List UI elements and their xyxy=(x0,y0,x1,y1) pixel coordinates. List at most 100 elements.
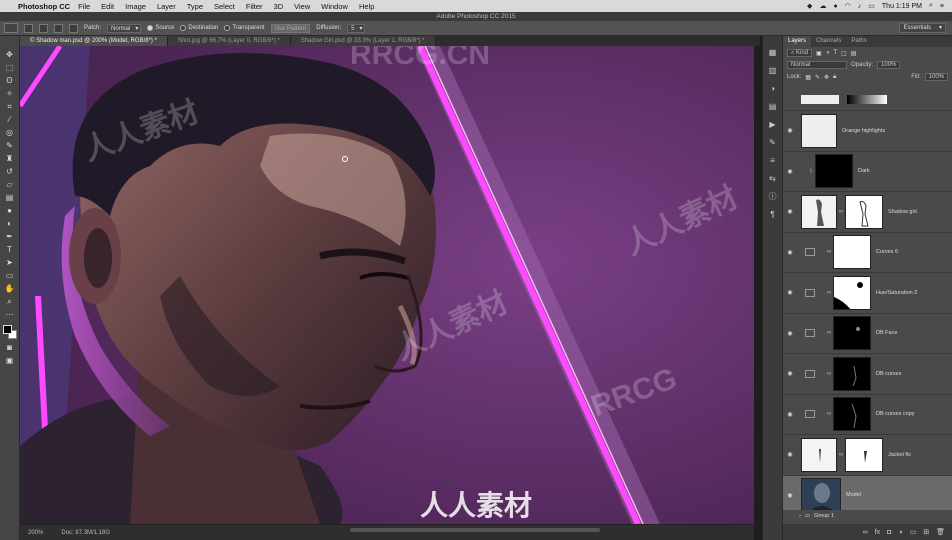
tool-preset-picker[interactable] xyxy=(4,23,18,33)
info-icon[interactable]: ⓘ xyxy=(769,192,777,202)
eyedropper-tool-icon[interactable]: ⁄ xyxy=(4,115,16,125)
menu-view[interactable]: View xyxy=(294,2,310,11)
properties-icon[interactable]: ▥ xyxy=(769,66,777,76)
search-icon[interactable]: ⌕ xyxy=(929,2,933,10)
dropbox-icon[interactable]: ◆ xyxy=(807,2,812,10)
tab-channels[interactable]: Channels xyxy=(811,36,846,47)
layer-row[interactable]: ◉ ∞ DB Face xyxy=(783,314,952,354)
add-mask-icon[interactable]: ◘ xyxy=(887,529,891,536)
selection-add-button[interactable] xyxy=(39,23,48,33)
menu-3d[interactable]: 3D xyxy=(274,2,284,11)
fill-field[interactable]: 100% xyxy=(924,73,948,81)
visibility-eye-icon[interactable]: ◉ xyxy=(783,249,797,256)
menu-layer[interactable]: Layer xyxy=(157,2,176,11)
layer-row[interactable]: ◉ ∞ Curves 6 xyxy=(783,233,952,273)
chevron-right-icon[interactable]: › xyxy=(799,513,801,519)
layer-row[interactable]: ◉ ∞ DB curves copy xyxy=(783,395,952,435)
kind-filter-select[interactable]: ⌕ Kind xyxy=(787,49,813,57)
document-canvas[interactable]: RRCG.CN 人人素材 人人素材 人人素材 RRCG 人人素材 xyxy=(20,46,754,524)
type-tool-icon[interactable]: T xyxy=(4,245,16,255)
layer-style-icon[interactable]: fx xyxy=(875,529,880,536)
visibility-eye-icon[interactable]: ◉ xyxy=(783,492,797,499)
move-tool-icon[interactable]: ✥ xyxy=(4,50,16,60)
layer-row[interactable]: ◉ ∞ Shadow girl. xyxy=(783,192,952,233)
adjustment-filter-icon[interactable]: ◑ xyxy=(826,50,830,57)
color-swatches[interactable] xyxy=(2,325,17,339)
opacity-field[interactable]: 100% xyxy=(877,61,901,69)
more-tools-icon[interactable]: ⋯ xyxy=(4,310,16,320)
doc-size[interactable]: Doc: 87.3M/1.18G xyxy=(61,530,110,536)
horizontal-scrollbar[interactable] xyxy=(350,528,600,532)
lock-all-icon[interactable]: 🔒︎ xyxy=(833,74,836,81)
shape-filter-icon[interactable]: ▢ xyxy=(841,50,847,57)
menu-image[interactable]: Image xyxy=(125,2,146,11)
pixel-filter-icon[interactable]: ▣ xyxy=(816,50,822,57)
actions-icon[interactable]: ▶ xyxy=(769,120,775,130)
brush-tool-icon[interactable]: ✎ xyxy=(4,141,16,151)
tab-shirt[interactable]: Shirt.jpg @ 66.7% (Layer 0, RGB/8*) * xyxy=(167,36,291,46)
zoom-tool-icon[interactable]: ⌕ xyxy=(4,297,16,307)
brush-settings-icon[interactable]: ✎ xyxy=(769,138,776,148)
lock-image-icon[interactable]: ✎ xyxy=(815,74,820,81)
volume-icon[interactable]: ♪ xyxy=(858,3,862,10)
foreground-color[interactable] xyxy=(2,325,12,334)
smart-filter-icon[interactable]: ▤ xyxy=(851,50,857,57)
tab-shadow-man[interactable]: © Shadow man.psd @ 200% (Model, RGB/8*) … xyxy=(20,36,168,46)
menu-file[interactable]: File xyxy=(78,2,90,11)
visibility-eye-icon[interactable]: ◉ xyxy=(783,451,797,458)
patch-tool-icon[interactable]: ◎ xyxy=(4,128,16,138)
source-option[interactable]: Source xyxy=(147,25,174,31)
quick-mask-icon[interactable]: ◙ xyxy=(4,343,16,353)
blend-mode-select[interactable]: Normal xyxy=(787,61,847,69)
magic-wand-tool-icon[interactable]: ✧ xyxy=(4,89,16,99)
lock-transparency-icon[interactable]: ▦ xyxy=(805,74,811,81)
tab-paths[interactable]: Paths xyxy=(846,36,871,47)
eraser-tool-icon[interactable]: ▱ xyxy=(4,180,16,190)
tab-shadow-girl[interactable]: Shadow Girl.psd @ 33.3% (Layer 1, RGB/8*… xyxy=(290,36,436,46)
stamp-tool-icon[interactable]: ♜ xyxy=(4,154,16,164)
libraries-icon[interactable]: ▤ xyxy=(769,102,777,112)
crop-tool-icon[interactable]: ⌗ xyxy=(4,102,16,112)
new-adjustment-icon[interactable]: ◑ xyxy=(898,529,902,536)
visibility-eye-icon[interactable]: ◉ xyxy=(783,370,797,377)
history-icon[interactable]: ▦ xyxy=(769,48,777,58)
clock[interactable]: Thu 1:19 PM xyxy=(882,3,922,10)
diffusion-select[interactable]: 5 xyxy=(347,23,366,33)
destination-option[interactable]: Destination xyxy=(180,25,218,31)
layer-row-partial[interactable] xyxy=(783,95,952,111)
cloud-icon[interactable]: ☁ xyxy=(819,2,826,10)
marquee-tool-icon[interactable]: ⬚ xyxy=(4,63,16,73)
history-brush-tool-icon[interactable]: ↺ xyxy=(4,167,16,177)
zoom-level[interactable]: 200% xyxy=(28,530,43,536)
workspace-select[interactable]: Essentials xyxy=(898,23,946,33)
selection-intersect-button[interactable] xyxy=(69,23,78,33)
menu-filter[interactable]: Filter xyxy=(246,2,263,11)
record-icon[interactable]: ● xyxy=(833,3,837,10)
layer-row[interactable]: ◉ ∞ Jacket fix xyxy=(783,435,952,476)
gradient-tool-icon[interactable]: ▤ xyxy=(4,193,16,203)
type-filter-icon[interactable]: T xyxy=(833,50,837,57)
menu-type[interactable]: Type xyxy=(187,2,203,11)
blur-tool-icon[interactable]: ● xyxy=(4,206,16,216)
visibility-eye-icon[interactable]: ◉ xyxy=(783,411,797,418)
adjustments-icon[interactable]: ◑ xyxy=(770,84,775,94)
lasso-tool-icon[interactable]: ʘ xyxy=(4,76,16,86)
battery-icon[interactable]: ▭ xyxy=(868,2,875,10)
menu-window[interactable]: Window xyxy=(321,2,348,11)
layer-row[interactable]: ◉ ⌇ Dark xyxy=(783,152,952,192)
layer-row[interactable]: ◉ Orange highlights xyxy=(783,111,952,152)
tab-layers[interactable]: Layers xyxy=(783,36,812,47)
hand-tool-icon[interactable]: ✋ xyxy=(4,284,16,294)
sliders-icon[interactable]: ≡ xyxy=(770,156,775,166)
use-pattern-button[interactable]: Use Pattern xyxy=(270,23,311,33)
lock-position-icon[interactable]: ✥ xyxy=(824,74,829,81)
menu-app-name[interactable]: Photoshop CC xyxy=(18,2,70,11)
selection-new-button[interactable] xyxy=(24,23,33,33)
paragraph-icon[interactable]: ¶ xyxy=(770,210,774,220)
menu-edit[interactable]: Edit xyxy=(101,2,114,11)
delete-layer-icon[interactable]: 🗑︎ xyxy=(936,528,945,536)
shape-tool-icon[interactable]: ▭ xyxy=(4,271,16,281)
new-layer-icon[interactable]: ⊞ xyxy=(923,528,929,536)
screen-mode-icon[interactable]: ▣ xyxy=(4,356,16,366)
visibility-eye-icon[interactable]: ◉ xyxy=(783,330,797,337)
